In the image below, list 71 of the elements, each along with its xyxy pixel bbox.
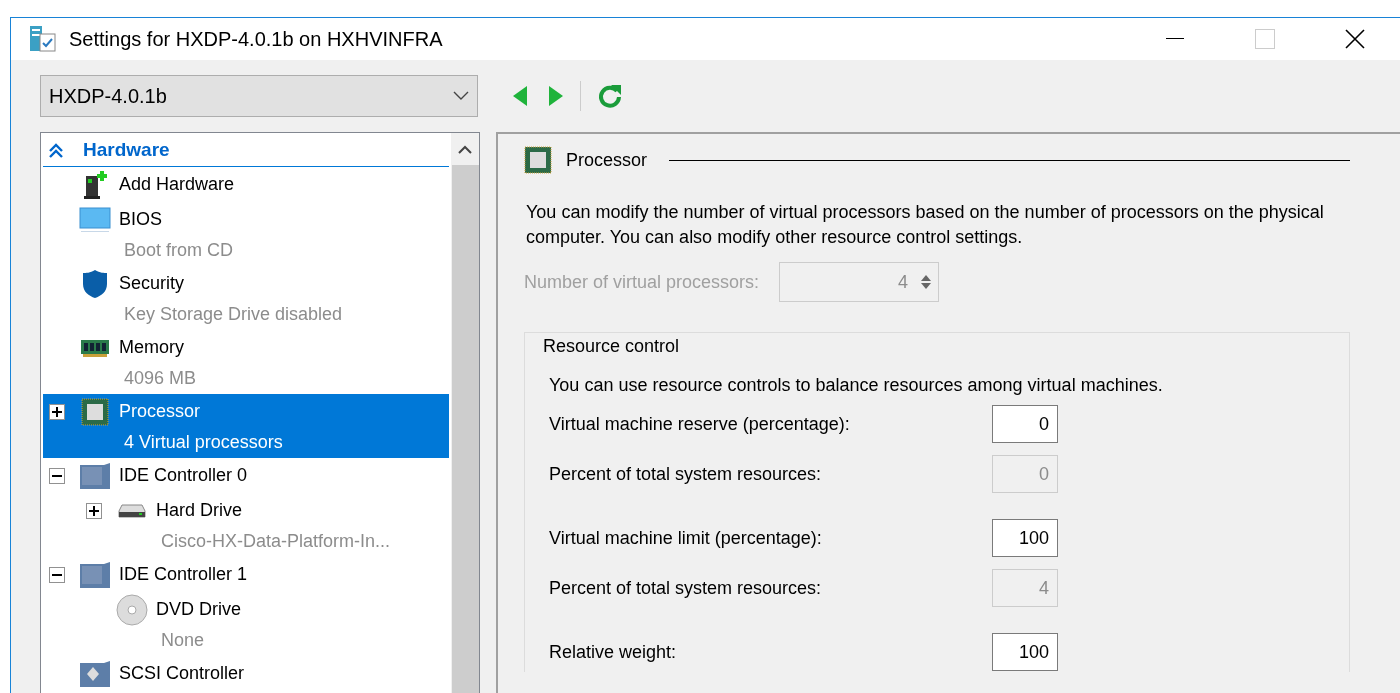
tree-item[interactable]: BIOS Boot from CD: [43, 202, 449, 266]
item-label: IDE Controller 1: [119, 563, 248, 586]
disc-icon: [116, 593, 148, 626]
expand-toggle[interactable]: [49, 403, 65, 420]
tree-item[interactable]: Security Key Storage Drive disabled: [43, 266, 449, 330]
field-label: Relative weight:: [549, 640, 678, 664]
tree-item[interactable]: Add Hardware: [43, 167, 449, 202]
controller-card-icon: [79, 560, 111, 589]
close-icon: [1345, 29, 1365, 49]
item-detail: Boot from CD: [124, 239, 234, 262]
field-label: Virtual machine reserve (percentage):: [549, 412, 851, 436]
window-title: Settings for HXDP-4.0.1b on HXHVINFRA: [69, 27, 444, 52]
server-icon: [82, 169, 108, 200]
item-detail: Cisco-HX-Data-Platform-In...: [161, 530, 391, 553]
monitor-icon: [79, 206, 111, 233]
item-label: Add Hardware: [119, 173, 235, 196]
tree-item[interactable]: Memory 4096 MB: [43, 330, 449, 394]
tree-item[interactable]: Processor 4 Virtual processors: [43, 394, 449, 458]
item-detail: None: [161, 629, 205, 652]
expand-toggle[interactable]: [86, 502, 102, 519]
settings-icon: [29, 25, 57, 53]
field-label: Percent of total system resources:: [549, 462, 823, 486]
collapse-toggle[interactable]: [49, 467, 65, 484]
vm-name: HXDP-4.0.1b: [49, 84, 167, 109]
tree-item[interactable]: SCSI Controller: [43, 656, 449, 691]
controller-card-icon: [79, 461, 111, 490]
item-detail: Key Storage Drive disabled: [124, 303, 343, 326]
chevron-up-icon: [458, 144, 472, 154]
section-header[interactable]: Hardware: [43, 135, 449, 167]
number-input[interactable]: 100: [992, 519, 1058, 557]
minimize-icon: [1166, 38, 1184, 40]
group-description: You can use resource controls to balance resources among virtual machines.: [549, 374, 1164, 397]
plus-icon: [52, 406, 62, 417]
panel-description: You can modify the number of virtual processors based on the number of processors on the physical computer. You can also modify other resource control settings.: [526, 201, 1325, 249]
hard-drive-icon: [118, 503, 146, 518]
plus-icon: [89, 505, 99, 516]
chevron-down-icon: [453, 91, 469, 101]
tree-item[interactable]: Hard Drive Cisco-HX-Data-Platform-In...: [43, 493, 449, 557]
chip-icon: [524, 146, 552, 174]
scroll-up-button[interactable]: [451, 133, 479, 165]
field-label: Virtual machine limit (percentage):: [549, 526, 823, 550]
chip-icon: [81, 397, 109, 426]
panel-heading: Processor: [566, 148, 648, 172]
tree-item[interactable]: DVD Drive None: [43, 592, 449, 656]
scrollbar-thumb[interactable]: [451, 165, 479, 693]
item-detail: 4096 MB: [124, 367, 197, 390]
section-label: Hardware: [83, 138, 170, 163]
item-label: Processor: [119, 400, 201, 423]
tree-item[interactable]: IDE Controller 0: [43, 458, 449, 493]
maximize-icon: [1255, 29, 1275, 49]
refresh-icon: [597, 83, 623, 109]
item-label: Security: [119, 272, 185, 295]
forward-arrow-icon: [548, 86, 564, 106]
field-label: Percent of total system resources:: [549, 576, 823, 600]
field-label: Number of virtual processors:: [524, 270, 760, 294]
item-label: Memory: [119, 336, 184, 359]
collapse-toggle[interactable]: [49, 566, 65, 583]
back-arrow-icon: [512, 86, 528, 106]
shield-icon: [81, 268, 109, 299]
tree-item[interactable]: IDE Controller 1: [43, 557, 449, 592]
vm-dropdown[interactable]: HXDP-4.0.1b: [40, 75, 478, 117]
item-label: DVD Drive: [156, 598, 241, 621]
item-label: Hard Drive: [156, 499, 243, 522]
number-input[interactable]: 0: [992, 405, 1058, 443]
memory-module-icon: [80, 337, 110, 358]
item-detail: 4 Virtual processors: [124, 431, 283, 454]
item-label: BIOS: [119, 208, 162, 231]
scsi-card-icon: [79, 659, 111, 688]
item-label: IDE Controller 0: [119, 464, 248, 487]
number-input[interactable]: 100: [992, 633, 1058, 671]
item-label: SCSI Controller: [119, 662, 245, 685]
